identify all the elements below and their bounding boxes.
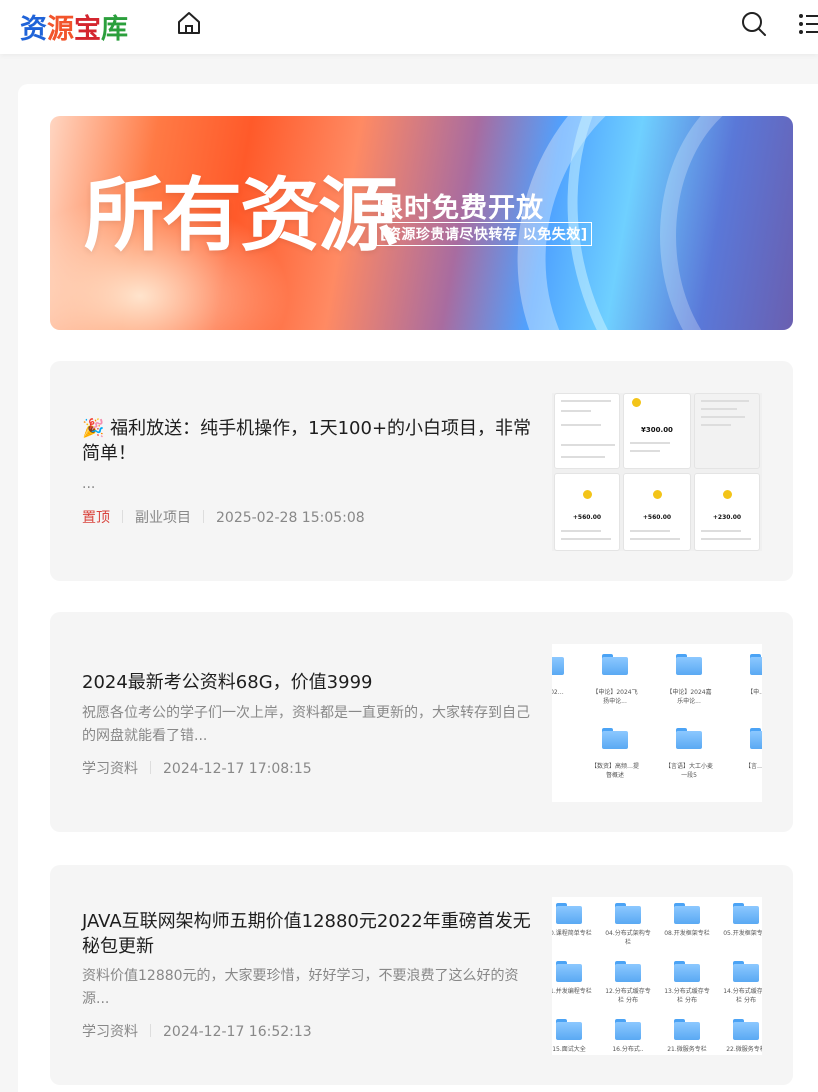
post-date: 2025-02-28 15:05:08 xyxy=(216,510,365,526)
folder-icon xyxy=(556,1019,582,1040)
meta-divider xyxy=(122,510,123,523)
phone-screen: +560.00 xyxy=(554,473,620,551)
phone-screen: +230.00 xyxy=(694,473,760,551)
folder-label: 【数资】高频…提督概述 xyxy=(590,763,639,779)
post-thumbnail[interactable]: 00.课程简单专栏 04.分布式架构专栏 08.开发框架专栏 05.开发框架专栏… xyxy=(552,897,762,1055)
phone-screen: ¥300.00 xyxy=(623,393,691,469)
folder-label: 05.开发框架专栏 xyxy=(723,930,762,937)
folder-icon xyxy=(615,903,641,924)
post-excerpt: 祝愿各位考公的学子们一次上岸，资料都是一直更新的，大家转存到自己的网盘就能看了错… xyxy=(82,705,530,744)
post-meta: 学习资料 2024-12-17 16:52:13 xyxy=(82,1021,312,1041)
post-category[interactable]: 学习资料 xyxy=(82,1024,138,1040)
post-title-text: 福利放送：纯手机操作，1天100+的小白项目，非常简单！ xyxy=(82,418,532,464)
folder-label: 【申…40… xyxy=(747,689,762,696)
post-title[interactable]: 2024最新考公资料68G，价值3999 xyxy=(82,670,532,695)
folder-icon xyxy=(602,654,628,675)
post-meta: 置顶 副业项目 2025-02-28 15:05:08 xyxy=(82,507,365,527)
logo-char-1: 资 xyxy=(20,14,47,45)
folder-icon xyxy=(552,654,564,675)
post-card[interactable]: JAVA互联网架构师五期价值12880元2022年重磅首发无秘包更新 资料价值1… xyxy=(50,865,793,1085)
phone-amount: +560.00 xyxy=(572,514,602,521)
folder-label: 15.面试大全 xyxy=(552,1046,586,1053)
phone-amount: +560.00 xyxy=(642,514,672,521)
folder-icon xyxy=(750,654,762,675)
folder-icon xyxy=(556,903,582,924)
post-card[interactable]: 🎉 福利放送：纯手机操作，1天100+的小白项目，非常简单！ ... 置顶 副业项… xyxy=(50,361,793,581)
folder-label: 21.微服务专栏 xyxy=(667,1046,707,1053)
top-nav-bar: 资源宝库 xyxy=(0,0,818,54)
folder-icon xyxy=(674,961,700,982)
post-thumbnail[interactable]: 202… 【申论】2024飞扬申论... 【申论】2024嘉乐申论... 【申…… xyxy=(552,644,762,802)
folder-icon xyxy=(750,728,762,749)
folder-icon xyxy=(733,903,759,924)
banner-wave xyxy=(660,116,793,330)
post-excerpt: 资料价值12880元的，大家要珍惜，好好学习，不要浪费了这么好的资源... xyxy=(82,968,519,1007)
home-icon[interactable] xyxy=(176,10,202,36)
site-logo[interactable]: 资源宝库 xyxy=(20,7,128,46)
post-title[interactable]: JAVA互联网架构师五期价值12880元2022年重磅首发无秘包更新 xyxy=(82,909,532,959)
banner-note: [资源珍贵请尽快转存 以免失效] xyxy=(376,222,592,246)
folder-label: 22.微服务专栏 xyxy=(726,1046,762,1053)
post-date: 2024-12-17 16:52:13 xyxy=(163,1024,312,1040)
meta-divider xyxy=(150,1024,151,1037)
search-icon[interactable] xyxy=(740,10,768,38)
folder-label: 00.课程简单专栏 xyxy=(552,930,592,937)
post-category[interactable]: 学习资料 xyxy=(82,761,138,777)
folder-icon xyxy=(674,903,700,924)
post-meta: 学习资料 2024-12-17 17:08:15 xyxy=(82,758,312,778)
promo-banner[interactable]: 所有资源 限时免费开放 [资源珍贵请尽快转存 以免失效] xyxy=(50,116,793,330)
folder-icon xyxy=(602,728,628,749)
folder-icon xyxy=(615,961,641,982)
meta-divider xyxy=(150,761,151,774)
banner-subline: 限时免费开放 xyxy=(376,193,544,224)
phone-amount: ¥300.00 xyxy=(641,426,673,434)
logo-char-2: 源 xyxy=(47,14,74,45)
meta-divider xyxy=(203,510,204,523)
banner-headline: 所有资源 xyxy=(84,169,398,262)
folder-label: 11.并发编程专栏 xyxy=(552,988,592,995)
logo-char-3: 宝 xyxy=(74,14,101,45)
folder-label: 04.分布式架构专栏 xyxy=(605,930,651,946)
folder-icon xyxy=(556,961,582,982)
post-date: 2024-12-17 17:08:15 xyxy=(163,761,312,777)
phone-screen: +560.00 xyxy=(623,473,691,551)
folder-label: 【言语】大工小麦一段5 xyxy=(664,763,713,779)
folder-label: 16.分布式.. xyxy=(612,1046,644,1053)
folder-icon xyxy=(676,654,702,675)
folder-label: 【申论】2024嘉乐申论... xyxy=(666,689,712,705)
folder-icon xyxy=(733,961,759,982)
logo-char-4: 库 xyxy=(101,14,128,45)
folder-icon xyxy=(674,1019,700,1040)
post-title[interactable]: 🎉 福利放送：纯手机操作，1天100+的小白项目，非常简单！ xyxy=(82,416,532,466)
party-emoji: 🎉 xyxy=(82,418,105,439)
folder-icon xyxy=(733,1019,759,1040)
folder-label: 13.分布式缓存专栏 分布 xyxy=(664,988,710,1004)
folder-label: 12.分布式缓存专栏 分布 xyxy=(605,988,651,1004)
post-thumbnail[interactable]: ¥300.00 +560.00 +560.00 +230.00 xyxy=(552,393,762,551)
folder-label: 202… xyxy=(552,689,564,696)
folder-label: 14.分布式缓存专栏 分布 xyxy=(723,988,762,1004)
post-excerpt: ... xyxy=(82,476,96,492)
phone-amount: +230.00 xyxy=(712,514,742,521)
post-category[interactable]: 副业项目 xyxy=(135,510,191,526)
folder-label: 08.开发框架专栏 xyxy=(664,930,710,937)
post-card[interactable]: 2024最新考公资料68G，价值3999 祝愿各位考公的学子们一次上岸，资料都是… xyxy=(50,612,793,832)
folder-icon xyxy=(615,1019,641,1040)
phone-screen xyxy=(554,393,620,469)
folder-label: 【申论】2024飞扬申论... xyxy=(592,689,638,705)
main-content: 所有资源 限时免费开放 [资源珍贵请尽快转存 以免失效] 🎉 福利放送：纯手机操… xyxy=(18,84,818,1092)
menu-icon[interactable] xyxy=(796,11,818,37)
folder-icon xyxy=(676,728,702,749)
folder-label: 【言…小麦… xyxy=(744,763,762,770)
pinned-badge: 置顶 xyxy=(82,510,110,526)
phone-screen xyxy=(694,393,760,469)
